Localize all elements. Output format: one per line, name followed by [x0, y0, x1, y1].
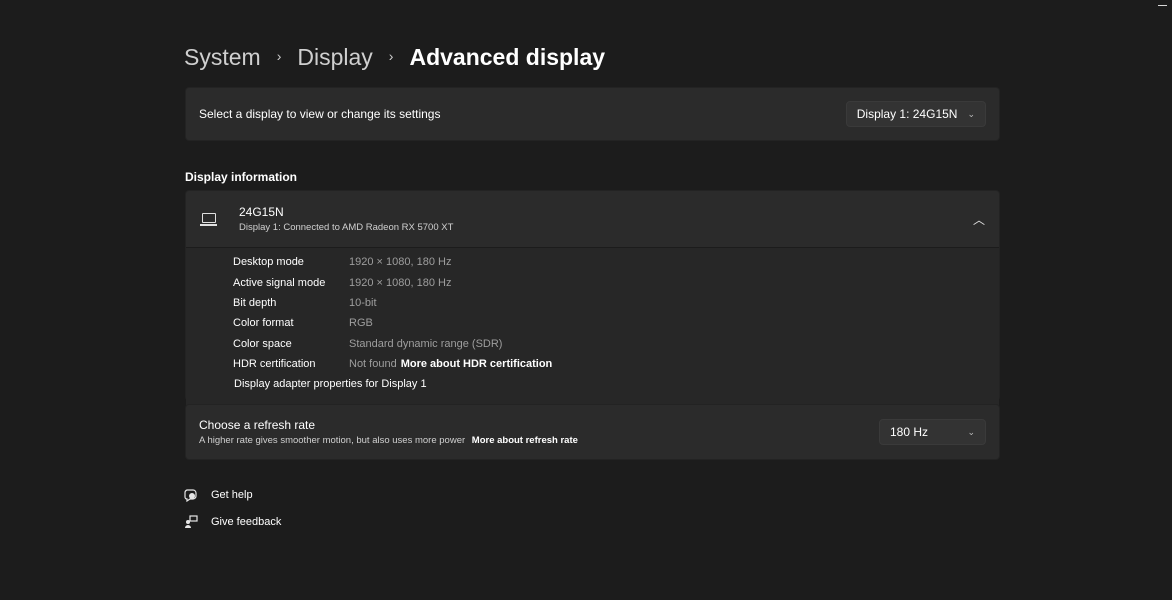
chevron-up-icon[interactable]: ︿ — [973, 211, 985, 228]
display-information-header[interactable]: 24G15N Display 1: Connected to AMD Radeo… — [186, 191, 999, 248]
hdr-certification-link[interactable]: More about HDR certification — [401, 358, 553, 370]
monitor-connection: Display 1: Connected to AMD Radeon RX 57… — [239, 222, 454, 233]
display-select-card: Select a display to view or change its s… — [185, 87, 1000, 141]
display-information-details: Desktop mode 1920 × 1080, 180 Hz Active … — [186, 248, 999, 406]
refresh-rate-title: Choose a refresh rate — [199, 418, 316, 432]
page-title: Advanced display — [409, 43, 606, 70]
refresh-rate-description: A higher rate gives smoother motion, but… — [199, 435, 466, 446]
info-key: Active signal mode — [233, 276, 326, 289]
info-row: Desktop mode 1920 × 1080, 180 Hz — [233, 252, 999, 272]
give-feedback-icon — [184, 515, 198, 529]
info-value: 1920 × 1080, 180 Hz — [349, 256, 452, 269]
refresh-rate-dropdown[interactable]: 180 Hz ⌄ — [879, 419, 986, 445]
info-row: Bit depth 10-bit — [233, 293, 999, 313]
info-value: RGB — [349, 317, 373, 330]
minimize-button[interactable] — [1158, 5, 1167, 6]
breadcrumb: System › Display › Advanced display — [184, 40, 605, 74]
info-key: Desktop mode — [233, 256, 304, 269]
refresh-rate-card: Choose a refresh rate A higher rate give… — [185, 404, 1000, 460]
give-feedback-label: Give feedback — [211, 516, 282, 528]
laptop-icon — [200, 210, 220, 228]
display-adapter-properties-link[interactable]: Display adapter properties for Display 1 — [234, 374, 999, 394]
breadcrumb-separator-icon: › — [388, 48, 394, 64]
info-row: Color space Standard dynamic range (SDR) — [233, 334, 999, 354]
chevron-down-icon: ⌄ — [967, 108, 975, 119]
display-information-card: 24G15N Display 1: Connected to AMD Radeo… — [185, 190, 1000, 406]
get-help-link[interactable]: Get help — [184, 488, 253, 503]
info-value: Not found — [349, 358, 397, 371]
info-value: 1920 × 1080, 180 Hz — [349, 276, 452, 289]
breadcrumb-separator-icon: › — [276, 48, 282, 64]
breadcrumb-system[interactable]: System — [184, 44, 261, 71]
display-select-value: Display 1: 24G15N — [856, 107, 958, 121]
display-select-dropdown[interactable]: Display 1: 24G15N ⌄ — [845, 101, 986, 127]
section-title-display-information: Display information — [185, 170, 298, 184]
info-value: 10-bit — [349, 296, 377, 309]
info-value: Standard dynamic range (SDR) — [349, 337, 503, 350]
get-help-label: Get help — [211, 489, 253, 501]
get-help-icon — [184, 488, 198, 503]
give-feedback-link[interactable]: Give feedback — [184, 515, 281, 529]
info-key: Bit depth — [233, 296, 277, 309]
monitor-name: 24G15N — [239, 205, 284, 219]
refresh-rate-value: 180 Hz — [890, 425, 929, 439]
info-row: HDR certification Not found More about H… — [233, 354, 999, 374]
info-row: Color format RGB — [233, 313, 999, 333]
breadcrumb-display[interactable]: Display — [297, 44, 372, 71]
info-key: HDR certification — [233, 358, 316, 371]
chevron-down-icon: ⌄ — [967, 426, 975, 437]
info-row: Active signal mode 1920 × 1080, 180 Hz — [233, 272, 999, 292]
info-key: Color space — [233, 337, 292, 350]
refresh-rate-link[interactable]: More about refresh rate — [472, 435, 578, 446]
display-select-label: Select a display to view or change its s… — [199, 107, 441, 121]
info-key: Color format — [233, 317, 294, 330]
